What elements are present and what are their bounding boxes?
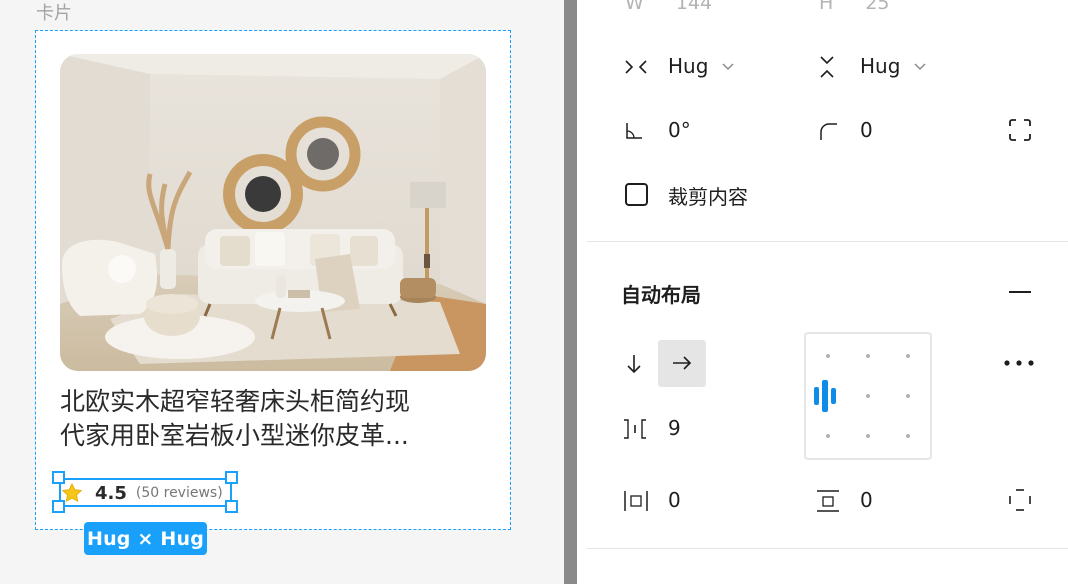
rotation-value: 0°: [668, 118, 691, 142]
horizontal-padding-value: 0: [668, 488, 681, 512]
corner-radius-value: 0: [860, 118, 873, 142]
gap-field[interactable]: 9: [621, 414, 771, 444]
horizontal-padding-icon: [624, 491, 648, 511]
section-divider: [587, 241, 1068, 242]
horizontal-resizing-value: Hug: [668, 54, 709, 78]
vertical-padding-field[interactable]: 0: [815, 486, 965, 516]
resize-handle-bottom-left[interactable]: [52, 500, 65, 513]
horizontal-hug-icon: [625, 60, 647, 74]
horizontal-resizing-dropdown[interactable]: Hug: [621, 52, 791, 82]
direction-down-icon[interactable]: [623, 352, 645, 376]
height-field[interactable]: H 25: [819, 0, 890, 14]
selection-box: [59, 478, 232, 507]
align-top-center[interactable]: [866, 354, 870, 358]
remove-auto-layout-icon[interactable]: [1008, 290, 1032, 294]
height-value: 25: [865, 0, 890, 14]
align-indicator-bar: [831, 388, 836, 404]
corner-radius-field[interactable]: 0: [815, 116, 965, 146]
vertical-hug-icon: [820, 56, 834, 78]
corner-radius-icon: [820, 123, 837, 140]
clip-content-checkbox[interactable]: [625, 183, 648, 206]
horizontal-padding-field[interactable]: 0: [621, 486, 771, 516]
properties-panel: W 144 H 25 Hug Hug 0° 0 裁剪内容 自动布局 9 0 0: [577, 0, 1068, 584]
clip-content-label[interactable]: 裁剪内容: [668, 181, 748, 210]
alignment-grid[interactable]: [804, 332, 932, 460]
vertical-padding-icon: [817, 490, 839, 512]
align-top-right[interactable]: [906, 354, 910, 358]
independent-corners-icon[interactable]: [1008, 118, 1032, 142]
more-options-icon[interactable]: [1003, 358, 1035, 368]
align-bottom-center[interactable]: [866, 434, 870, 438]
chevron-down-icon: [914, 63, 926, 71]
arrow-right-icon: [673, 356, 692, 370]
rotation-icon: [626, 123, 642, 139]
design-canvas[interactable]: 卡片 北欧实木超窄轻奢床头柜简约现 代家用卧室岩板小型迷你皮革... 4.5 (…: [0, 0, 564, 584]
resize-handle-top-right[interactable]: [225, 471, 238, 484]
frame-selection-outline: [35, 30, 511, 530]
direction-right-button[interactable]: [658, 340, 706, 387]
vertical-padding-value: 0: [860, 488, 873, 512]
auto-layout-title: 自动布局: [621, 283, 701, 307]
vertical-resizing-dropdown[interactable]: Hug: [815, 52, 985, 82]
width-label: W: [625, 0, 644, 14]
gap-value: 9: [668, 416, 681, 440]
vertical-resizing-value: Hug: [860, 54, 901, 78]
frame-name-label[interactable]: 卡片: [36, 3, 72, 25]
align-indicator-bar: [822, 380, 828, 412]
chevron-down-icon: [722, 63, 734, 71]
spacing-between-icon: [624, 419, 646, 439]
section-divider: [587, 548, 1068, 549]
height-label: H: [819, 0, 834, 14]
align-middle-left-selected[interactable]: [814, 387, 819, 405]
individual-padding-icon[interactable]: [1008, 488, 1032, 512]
align-bottom-left[interactable]: [826, 434, 830, 438]
rotation-field[interactable]: 0°: [621, 116, 771, 146]
width-field[interactable]: W 144: [625, 0, 712, 14]
size-badge: Hug × Hug: [84, 522, 207, 555]
align-top-left[interactable]: [826, 354, 830, 358]
align-middle-center[interactable]: [866, 394, 870, 398]
align-bottom-right[interactable]: [906, 434, 910, 438]
resize-handle-top-left[interactable]: [52, 471, 65, 484]
panel-divider[interactable]: [564, 0, 577, 584]
resize-handle-bottom-right[interactable]: [225, 500, 238, 513]
align-middle-right[interactable]: [906, 394, 910, 398]
width-value: 144: [675, 0, 713, 14]
